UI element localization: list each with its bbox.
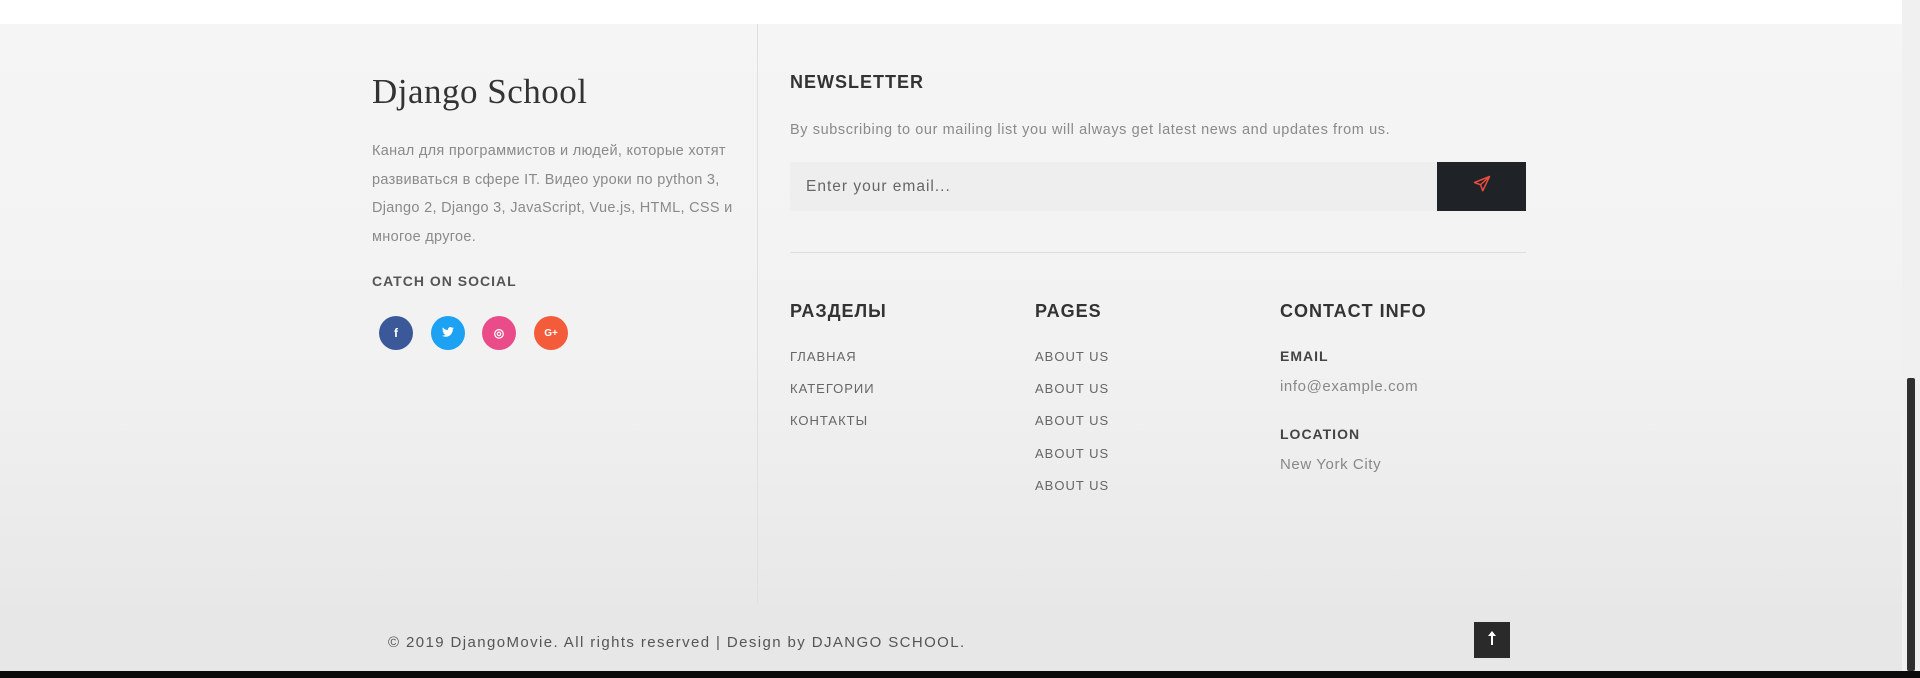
location-label: LOCATION (1280, 426, 1361, 442)
email-value[interactable]: info@example.com (1280, 378, 1418, 395)
pages-item[interactable]: ABOUT US (1035, 349, 1109, 381)
newsletter-divider (790, 252, 1526, 253)
dribbble-icon: ◎ (493, 326, 505, 340)
sections-item-categories[interactable]: КАТЕГОРИИ (790, 381, 875, 413)
email-label: EMAIL (1280, 348, 1329, 364)
footer (0, 24, 1902, 605)
facebook-link[interactable]: f (379, 316, 413, 350)
newsletter-title: NEWSLETTER (790, 72, 924, 92)
pages-item[interactable]: ABOUT US (1035, 381, 1109, 413)
dribbble-link[interactable]: ◎ (482, 316, 516, 350)
arrow-up-icon (1487, 630, 1497, 651)
about-description: Канал для программистов и людей, которые… (372, 143, 733, 245)
footer-brand-title: Django School (372, 72, 588, 111)
pages-item[interactable]: ABOUT US (1035, 413, 1109, 445)
pages-item[interactable]: ABOUT US (1035, 478, 1109, 510)
google-plus-icon: G+ (544, 327, 558, 339)
back-to-top-button[interactable] (1474, 622, 1510, 658)
newsletter-text: By subscribing to our mailing list you w… (790, 122, 1391, 138)
sections-item-contacts[interactable]: КОНТАКТЫ (790, 413, 875, 445)
google-plus-link[interactable]: G+ (534, 316, 568, 350)
location-value: New York City (1280, 456, 1382, 473)
twitter-icon (442, 326, 454, 340)
column-divider (757, 24, 758, 604)
social-title: CATCH ON SOCIAL (372, 273, 517, 289)
twitter-link[interactable] (431, 316, 465, 350)
facebook-icon: f (394, 326, 398, 340)
subscribe-button[interactable] (1437, 162, 1526, 211)
pages-item[interactable]: ABOUT US (1035, 446, 1109, 478)
pages-list: ABOUT US ABOUT US ABOUT US ABOUT US ABOU… (1035, 349, 1109, 510)
copyright-text: © 2019 DjangoMovie. All rights reserved … (388, 634, 966, 651)
email-input[interactable] (790, 162, 1437, 211)
sections-title: РАЗДЕЛЫ (790, 301, 887, 321)
window-bottom-edge (0, 671, 1920, 678)
sections-item-home[interactable]: ГЛАВНАЯ (790, 349, 875, 381)
page-top-area (0, 0, 1902, 24)
paper-plane-icon (1473, 175, 1491, 198)
scrollbar-thumb[interactable] (1907, 378, 1915, 671)
sections-list: ГЛАВНАЯ КАТЕГОРИИ КОНТАКТЫ (790, 349, 875, 446)
pages-title: PAGES (1035, 301, 1102, 321)
contact-title: CONTACT INFO (1280, 301, 1427, 321)
